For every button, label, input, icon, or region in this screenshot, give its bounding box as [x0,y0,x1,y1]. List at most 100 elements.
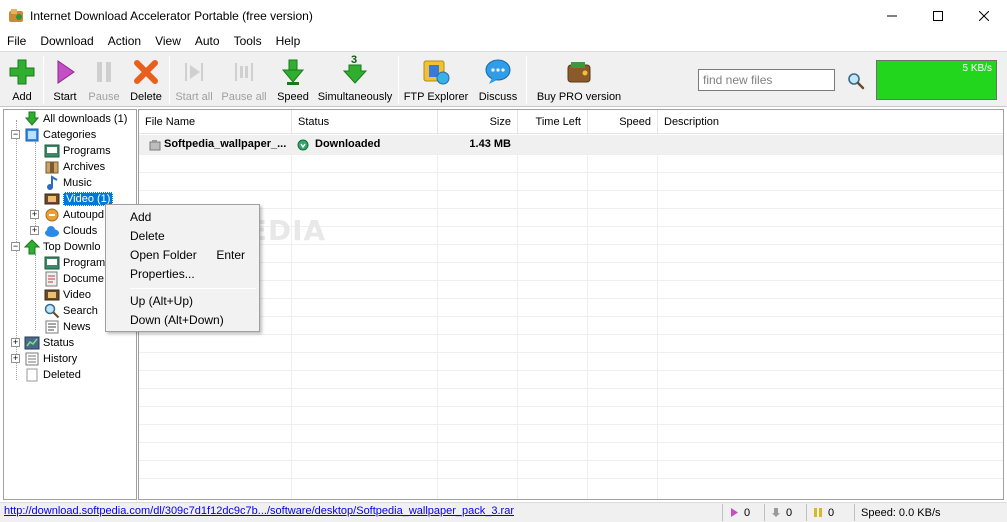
column-file-name[interactable]: File Name [139,110,292,134]
grid-line [139,154,1003,155]
delete-button[interactable]: Delete [129,55,163,105]
news-icon [44,319,60,335]
tree-status[interactable]: + Status [6,335,74,351]
tree-label: Archives [63,161,106,173]
menu-view[interactable]: View [148,31,188,51]
table-row[interactable]: Softpedia_wallpaper_... Downloaded 1.43 … [139,135,1003,154]
start-all-button[interactable]: Start all [174,55,214,105]
grid-line [139,172,1003,173]
deleted-icon [24,367,40,383]
tree-music[interactable]: Music [44,175,92,191]
column-size[interactable]: Size [438,110,518,134]
pause-button[interactable]: Pause [87,55,121,105]
menu-auto[interactable]: Auto [188,31,227,51]
collapse-toggle[interactable]: − [11,242,20,251]
paused-count: 0 [828,506,835,519]
status-url[interactable]: http://download.softpedia.com/dl/309c7d1… [4,505,514,517]
tree-history[interactable]: + History [6,351,77,367]
tree-top-news[interactable]: News [44,319,91,335]
menu-action[interactable]: Action [101,31,148,51]
plus-icon [7,57,37,87]
tree-guide-line [35,254,36,330]
column-time-left[interactable]: Time Left [518,110,588,134]
archive-icon [44,159,60,175]
file-name: Softpedia_wallpaper_... [164,138,287,150]
pause-all-button[interactable]: Pause all [220,55,268,105]
start-all-label: Start all [175,91,213,103]
tree-top-video[interactable]: Video [44,287,91,303]
search-icon[interactable] [847,72,865,90]
simultaneously-button[interactable]: 3 Simultaneously [318,54,393,105]
speed-button[interactable]: Speed [275,55,311,105]
ftp-explorer-button[interactable]: FTP Explorer [404,55,468,105]
grid-line [139,208,1003,209]
expand-toggle[interactable]: + [30,226,39,235]
column-speed[interactable]: Speed [588,110,658,134]
download-list[interactable]: File Name Status Size Time Left Speed De… [138,109,1004,500]
grid-line [139,190,1003,191]
list-header: File Name Status Size Time Left Speed De… [139,110,1003,134]
grid-line [437,134,438,499]
context-delete[interactable]: Delete [108,227,257,246]
tree-programs[interactable]: Programs [44,143,111,159]
start-all-icon [179,57,209,87]
history-icon [24,351,40,367]
film-icon [44,191,60,207]
minimize-button[interactable] [869,0,915,31]
tree-top-search[interactable]: Search [44,303,98,319]
grid-line [139,262,1003,263]
buy-pro-button[interactable]: Buy PRO version [536,55,622,105]
add-button[interactable]: Add [6,55,38,105]
menu-download[interactable]: Download [33,31,100,51]
grid-line [139,298,1003,299]
toolbar-separator [398,56,399,104]
tree-label: News [63,321,91,333]
tree-top-documents[interactable]: Docume [44,271,104,287]
maximize-button[interactable] [915,0,961,31]
speed-graph-label: 5 KB/s [962,63,992,74]
collapse-toggle[interactable]: − [11,130,20,139]
context-up[interactable]: Up (Alt+Up) [108,292,257,311]
grid-line [139,388,1003,389]
paused-icon [813,507,823,518]
expand-toggle[interactable]: + [30,210,39,219]
menu-help[interactable]: Help [269,31,308,51]
context-open-folder[interactable]: Open Folder Enter [108,246,257,265]
grid-line [139,442,1003,443]
find-new-files-input[interactable] [698,69,835,91]
column-description[interactable]: Description [658,110,1003,134]
grid-line [139,424,1003,425]
context-menu: Add Delete Open Folder Enter Properties.… [105,204,260,332]
tree-all-downloads[interactable]: All downloads (1) [24,111,127,127]
top-downloads-icon [23,239,41,255]
menu-bar: File Download Action View Auto Tools Hel… [0,31,1007,51]
pause-all-label: Pause all [221,91,267,103]
tree-video[interactable]: Video (1) [44,191,114,207]
tree-label: Search [63,305,98,317]
context-add[interactable]: Add [108,208,257,227]
tree-autoupdate[interactable]: + Autoupd [26,207,104,223]
file-icon [149,139,161,151]
discuss-button[interactable]: Discuss [476,55,520,105]
tree-deleted[interactable]: Deleted [24,367,81,383]
tree-clouds[interactable]: + Clouds [26,223,97,239]
menu-tools[interactable]: Tools [227,31,269,51]
close-button[interactable] [961,0,1007,31]
buy-pro-label: Buy PRO version [536,91,622,103]
expand-toggle[interactable]: + [11,354,20,363]
toolbar: Add Start Pause Delete Start all Pause a… [0,51,1007,107]
context-down[interactable]: Down (Alt+Down) [108,311,257,330]
menu-file[interactable]: File [0,31,33,51]
context-properties[interactable]: Properties... [108,265,257,284]
tree-archives[interactable]: Archives [44,159,105,175]
column-status[interactable]: Status [292,110,438,134]
start-button[interactable]: Start [50,55,80,105]
file-name-cell: Softpedia_wallpaper_... [143,135,291,154]
expand-toggle[interactable]: + [11,338,20,347]
speed-panel: Speed: 0.0 KB/s [854,504,1007,521]
tree-label: Autoupd [63,209,104,221]
tree-categories[interactable]: − Categories [6,127,96,143]
tree-top-downloads[interactable]: − Top Downlo [6,239,100,255]
tree-top-programs[interactable]: Program [44,255,105,271]
tree-label: Docume [63,273,104,285]
